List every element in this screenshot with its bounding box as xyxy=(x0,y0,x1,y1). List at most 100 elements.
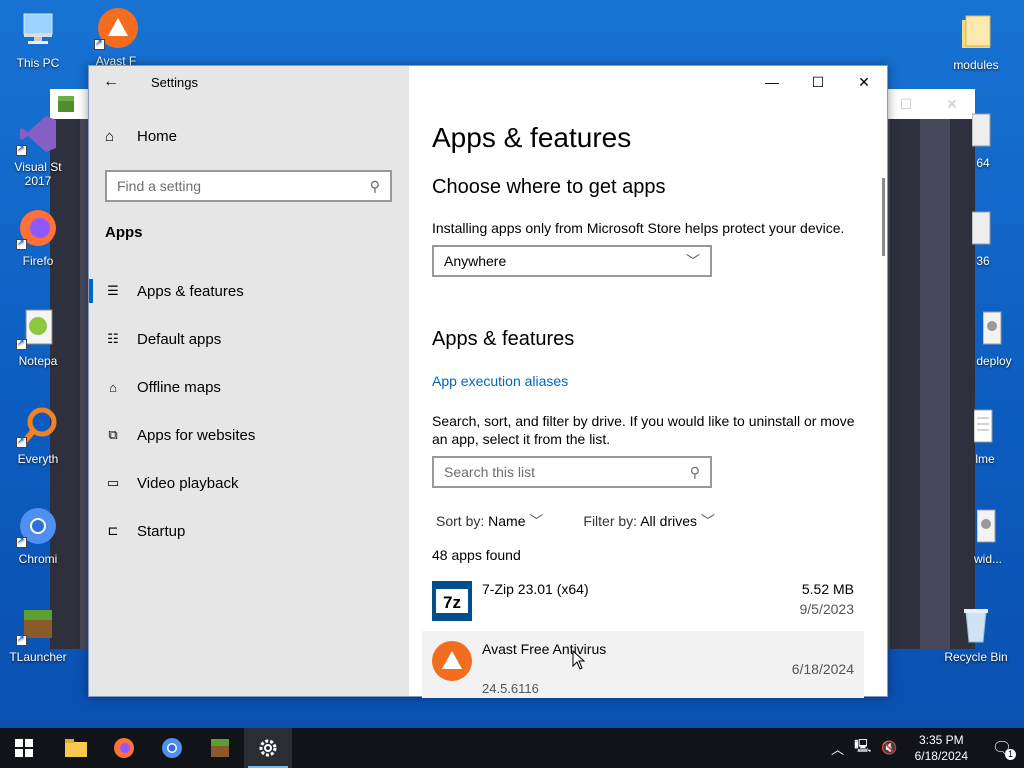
chevron-down-icon: ﹀ xyxy=(700,513,715,529)
nav-item-offline-maps[interactable]: ⌂ Offline maps xyxy=(89,363,409,411)
nav-item-video-playback[interactable]: ▭ Video playback xyxy=(89,459,409,507)
notification-center-button[interactable]: 🗨 1 xyxy=(980,728,1024,768)
desktop-icon-modules[interactable]: modules xyxy=(938,10,1014,72)
window-controls: — ☐ ✕ xyxy=(749,66,887,98)
gear-icon xyxy=(259,739,277,757)
avast-icon xyxy=(94,6,138,50)
volume-muted-icon[interactable]: 🔇 xyxy=(881,740,897,756)
choose-apps-heading: Choose where to get apps xyxy=(432,176,666,198)
desktop-icon-avast[interactable]: Avast F xyxy=(80,6,152,68)
visual-studio-icon xyxy=(16,112,60,156)
computer-icon xyxy=(16,8,60,52)
search-list-placeholder: Search this list xyxy=(444,464,536,480)
search-list-input[interactable]: Search this list ⚲ xyxy=(432,456,712,488)
search-icon: ⚲ xyxy=(689,463,700,480)
sort-dropdown[interactable]: Sort by: Name ﹀ xyxy=(436,511,543,531)
find-setting-placeholder: Find a setting xyxy=(117,178,202,194)
maximize-icon[interactable]: ☐ xyxy=(795,66,841,98)
clock-date: 6/18/2024 xyxy=(914,749,968,763)
minimize-icon[interactable]: — xyxy=(749,66,795,98)
maximize-icon[interactable]: ☐ xyxy=(883,96,929,113)
scrollbar[interactable] xyxy=(882,178,885,256)
nav-item-default-apps[interactable]: ☷ Default apps xyxy=(89,315,409,363)
settings-file-icon xyxy=(982,306,1005,350)
7zip-icon: 7z xyxy=(432,581,472,621)
sort-label: Sort by: xyxy=(436,513,485,529)
tlauncher-icon xyxy=(16,602,60,646)
shortcut-arrow-icon xyxy=(16,143,27,156)
clock[interactable]: 3:35 PM 6/18/2024 xyxy=(915,732,968,764)
nav-home[interactable]: ⌂ Home xyxy=(105,128,177,145)
desktop-icon-readme[interactable]: lme xyxy=(958,404,1012,466)
app-row-avast[interactable]: Avast Free Antivirus 6/18/2024 24.5.6116 xyxy=(422,631,864,698)
chevron-down-icon: ﹀ xyxy=(529,513,544,529)
home-icon: ⌂ xyxy=(105,128,115,145)
window-title: Settings xyxy=(151,74,198,90)
app-source-value: Anywhere xyxy=(444,253,507,269)
nav-item-label: Startup xyxy=(137,522,186,540)
sort-filter-row: Sort by: Name ﹀ Filter by: All drives ﹀ xyxy=(436,511,715,531)
app-row-7zip[interactable]: 7z 7-Zip 23.01 (x64) 5.52 MB 9/5/2023 xyxy=(422,571,864,631)
app-source-dropdown[interactable]: Anywhere ﹀ xyxy=(432,245,712,277)
filter-dropdown[interactable]: Filter by: All drives ﹀ xyxy=(583,511,715,531)
desktop-icon-64[interactable]: 64 xyxy=(956,108,1010,170)
shortcut-arrow-icon xyxy=(16,535,27,548)
nav-item-apps-for-websites[interactable]: ⧉ Apps for websites xyxy=(89,411,409,459)
taskbar-firefox[interactable] xyxy=(100,728,148,768)
desktop-icon-recycle-bin[interactable]: Recycle Bin xyxy=(938,602,1014,664)
start-button[interactable] xyxy=(0,728,48,768)
desktop-icon-chromium[interactable]: Chromi xyxy=(0,504,76,566)
settings-nav-pane: ← Settings ⌂ Home Find a setting ⚲ Apps … xyxy=(89,66,409,696)
choose-apps-description: Installing apps only from Microsoft Stor… xyxy=(432,220,845,236)
settings-titlebar: ← Settings xyxy=(89,66,409,98)
desktop-icon-tlauncher[interactable]: TLauncher xyxy=(0,602,76,664)
shortcut-arrow-icon xyxy=(16,633,27,646)
desktop-icon-wid[interactable]: wid... xyxy=(958,504,1018,566)
page-title: Apps & features xyxy=(432,122,632,153)
app-size: 5.52 MB xyxy=(801,581,854,597)
desktop-icon-visual-studio[interactable]: Visual St 2017 xyxy=(0,112,76,188)
back-arrow-icon[interactable]: ← xyxy=(103,73,123,91)
shortcut-arrow-icon xyxy=(94,37,105,50)
app-date: 6/18/2024 xyxy=(791,661,854,677)
default-apps-icon: ☷ xyxy=(107,331,119,346)
desktop-icon-36[interactable]: 36 xyxy=(956,206,1010,268)
desktop-icon-notepad[interactable]: Notepa xyxy=(0,306,76,368)
text-file-icon xyxy=(973,404,996,448)
nav-home-label: Home xyxy=(137,128,178,145)
shortcut-arrow-icon xyxy=(16,435,27,448)
clock-time: 3:35 PM xyxy=(918,733,964,747)
nav-item-startup[interactable]: ⊏ Startup xyxy=(89,507,409,555)
settings-window[interactable]: ← Settings ⌂ Home Find a setting ⚲ Apps … xyxy=(88,65,888,698)
firefox-icon xyxy=(16,206,60,250)
desktop-icon-firefox[interactable]: Firefo xyxy=(0,206,76,268)
nav-item-label: Default apps xyxy=(137,330,222,348)
chevron-up-icon[interactable]: ︿ xyxy=(831,739,844,758)
chromium-icon xyxy=(16,504,60,548)
taskbar-file-explorer[interactable] xyxy=(52,728,100,768)
desktop-icon-everything[interactable]: Everyth xyxy=(0,404,76,466)
file-icon xyxy=(971,206,994,250)
taskbar: ︿ 🖳 🔇 3:35 PM 6/18/2024 🗨 1 xyxy=(0,728,1024,768)
taskbar-minecraft[interactable] xyxy=(196,728,244,768)
desktop-icon-deploy[interactable]: deploy xyxy=(964,306,1024,368)
app-name: 7-Zip 23.01 (x64) xyxy=(482,581,589,597)
avast-icon xyxy=(432,641,472,681)
notepad-plus-icon xyxy=(16,306,60,350)
mouse-cursor xyxy=(572,649,586,675)
filter-label: Filter by: xyxy=(583,513,638,529)
nav-list: ☰ Apps & features ☷ Default apps ⌂ Offli… xyxy=(89,267,409,555)
taskbar-chromium[interactable] xyxy=(148,728,196,768)
app-execution-aliases-link[interactable]: App execution aliases xyxy=(432,373,568,389)
nav-item-apps-features[interactable]: ☰ Apps & features xyxy=(89,267,409,315)
network-icon[interactable]: 🖳 xyxy=(854,737,871,759)
find-setting-input[interactable]: Find a setting ⚲ xyxy=(105,170,392,202)
list-icon: ☰ xyxy=(107,283,119,298)
video-icon: ▭ xyxy=(106,475,120,490)
shortcut-arrow-icon xyxy=(16,237,27,250)
close-icon[interactable]: ✕ xyxy=(841,66,887,98)
taskbar-settings[interactable] xyxy=(244,728,292,768)
shortcut-arrow-icon xyxy=(16,337,27,350)
desktop-icon-this-pc[interactable]: This PC xyxy=(0,8,76,70)
minecraft-icon xyxy=(211,739,229,757)
